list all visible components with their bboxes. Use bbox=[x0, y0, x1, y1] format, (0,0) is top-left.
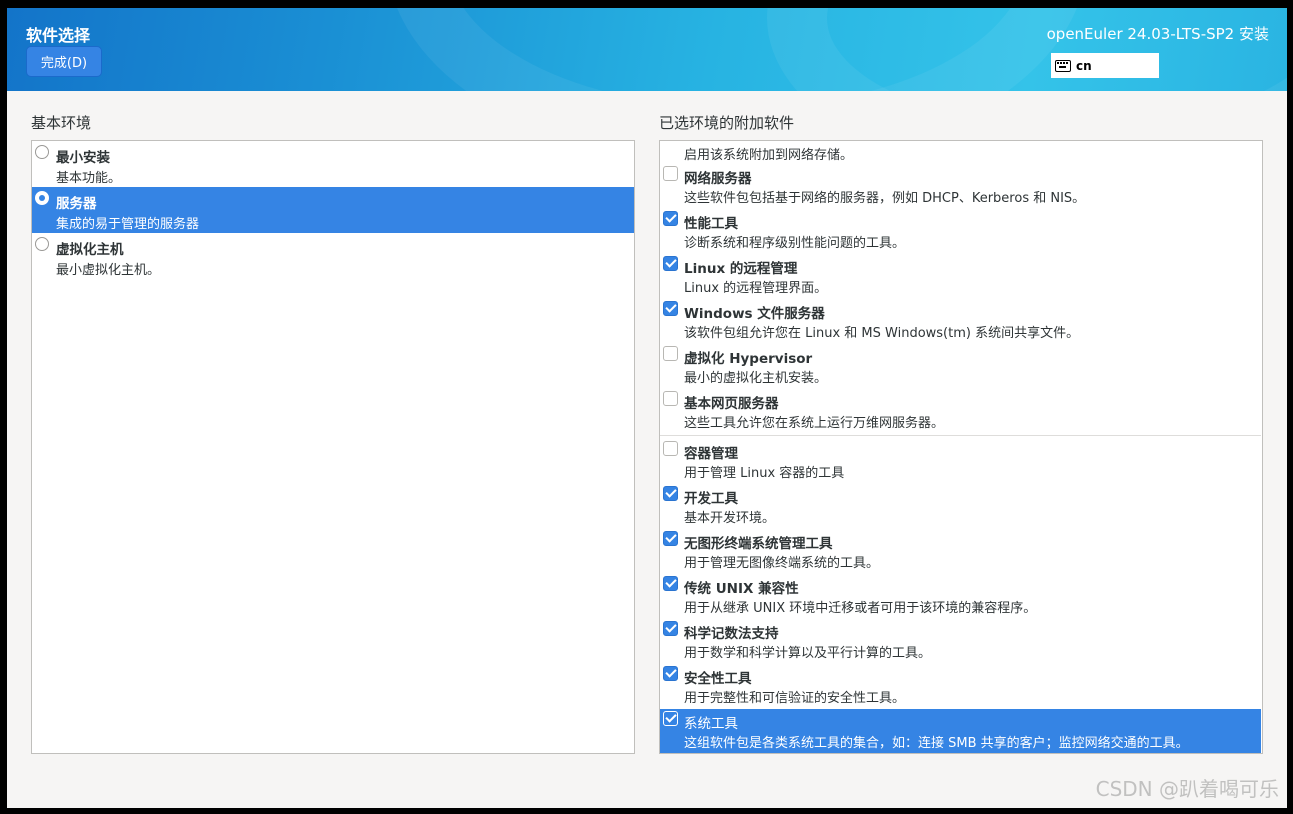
checkbox[interactable] bbox=[663, 346, 678, 361]
addon-name: 网络服务器 bbox=[684, 171, 752, 187]
addon-desc: 诊断系统和程序级别性能问题的工具。 bbox=[684, 236, 906, 251]
keyboard-layout-indicator[interactable]: cn bbox=[1051, 53, 1159, 78]
done-button[interactable]: 完成(D) bbox=[26, 46, 102, 77]
env-item-name: 服务器 bbox=[56, 196, 97, 212]
checkbox[interactable] bbox=[663, 576, 678, 591]
env-item-name: 最小安装 bbox=[56, 150, 110, 166]
checkbox[interactable] bbox=[663, 211, 678, 226]
addons-list: 启用该系统附加到网络存储。 网络服务器 这些软件包包括基于网络的服务器，例如 D… bbox=[659, 140, 1263, 754]
list-divider bbox=[660, 435, 1261, 436]
addon-name: 开发工具 bbox=[684, 491, 738, 507]
addon-name: 虚拟化 Hypervisor bbox=[684, 351, 813, 367]
addon-web-server[interactable]: 基本网页服务器 这些工具允许您在系统上运行万维网服务器。 bbox=[660, 389, 1261, 434]
checkbox[interactable] bbox=[663, 256, 678, 271]
addon-name: 安全性工具 bbox=[684, 671, 752, 687]
base-env-list: 最小安装 基本功能。 服务器 集成的易于管理的服务器 虚拟化主机 最小虚拟化主机… bbox=[31, 140, 635, 754]
base-env-label: 基本环境 bbox=[31, 114, 92, 132]
addon-name: 系统工具 bbox=[684, 716, 738, 732]
env-item-desc: 最小虚拟化主机。 bbox=[56, 263, 161, 278]
addon-virt-hypervisor[interactable]: 虚拟化 Hypervisor 最小的虚拟化主机安装。 bbox=[660, 344, 1261, 389]
addon-remote-management[interactable]: Linux 的远程管理 Linux 的远程管理界面。 bbox=[660, 254, 1261, 299]
addon-desc: 这些工具允许您在系统上运行万维网服务器。 bbox=[684, 416, 945, 431]
addon-network-servers[interactable]: 网络服务器 这些软件包包括基于网络的服务器，例如 DHCP、Kerberos 和… bbox=[660, 164, 1261, 209]
checkbox[interactable] bbox=[663, 666, 678, 681]
checkbox[interactable] bbox=[663, 621, 678, 636]
addon-security-tools[interactable]: 安全性工具 用于完整性和可信验证的安全性工具。 bbox=[660, 664, 1261, 709]
addon-name: 容器管理 bbox=[684, 446, 738, 462]
checkbox[interactable] bbox=[663, 441, 678, 456]
addons-label: 已选环境的附加软件 bbox=[659, 114, 795, 132]
keyboard-icon bbox=[1055, 59, 1071, 72]
addon-desc: 用于管理无图像终端系统的工具。 bbox=[684, 556, 880, 571]
env-item-virt-host[interactable]: 虚拟化主机 最小虚拟化主机。 bbox=[32, 233, 634, 279]
product-title: openEuler 24.03-LTS-SP2 安装 bbox=[1046, 25, 1269, 43]
header-bar: 软件选择 完成(D) openEuler 24.03-LTS-SP2 安装 cn bbox=[7, 8, 1287, 91]
addon-development-tools[interactable]: 开发工具 基本开发环境。 bbox=[660, 484, 1261, 529]
checkbox[interactable] bbox=[663, 391, 678, 406]
env-item-desc: 集成的易于管理的服务器 bbox=[56, 217, 200, 232]
addon-desc: 用于数学和科学计算以及平行计算的工具。 bbox=[684, 646, 932, 661]
addon-desc: 这组软件包是各类系统工具的集合，如：连接 SMB 共享的客户；监控网络交通的工具… bbox=[684, 736, 1189, 751]
addon-name: Windows 文件服务器 bbox=[684, 306, 825, 322]
checkbox[interactable] bbox=[663, 711, 678, 726]
env-item-minimal[interactable]: 最小安装 基本功能。 bbox=[32, 141, 634, 187]
addon-name: 基本网页服务器 bbox=[684, 396, 779, 412]
page-title: 软件选择 bbox=[26, 26, 91, 45]
addon-desc: 用于完整性和可信验证的安全性工具。 bbox=[684, 691, 906, 706]
addon-desc: Linux 的远程管理界面。 bbox=[684, 281, 828, 296]
keyboard-layout-label: cn bbox=[1076, 58, 1092, 73]
addon-legacy-unix[interactable]: 传统 UNIX 兼容性 用于从继承 UNIX 环境中迁移或者可用于该环境的兼容程… bbox=[660, 574, 1261, 619]
env-item-desc: 基本功能。 bbox=[56, 171, 122, 186]
addon-headless-management[interactable]: 无图形终端系统管理工具 用于管理无图像终端系统的工具。 bbox=[660, 529, 1261, 574]
addon-desc: 用于管理 Linux 容器的工具 bbox=[684, 466, 845, 481]
checkbox[interactable] bbox=[663, 301, 678, 316]
addon-desc: 该软件包组允许您在 Linux 和 MS Windows(tm) 系统间共享文件… bbox=[684, 326, 1080, 341]
addon-windows-file-server[interactable]: Windows 文件服务器 该软件包组允许您在 Linux 和 MS Windo… bbox=[660, 299, 1261, 344]
addon-desc: 最小的虚拟化主机安装。 bbox=[684, 371, 828, 386]
radio-button[interactable] bbox=[35, 145, 49, 159]
env-item-server[interactable]: 服务器 集成的易于管理的服务器 bbox=[32, 187, 634, 233]
addon-name: 无图形终端系统管理工具 bbox=[684, 536, 833, 552]
addon-desc: 基本开发环境。 bbox=[684, 511, 776, 526]
addon-container-management[interactable]: 容器管理 用于管理 Linux 容器的工具 bbox=[660, 439, 1261, 484]
addon-name: 性能工具 bbox=[684, 216, 738, 232]
checkbox[interactable] bbox=[663, 166, 678, 181]
radio-button[interactable] bbox=[35, 191, 49, 205]
addon-name: Linux 的远程管理 bbox=[684, 261, 798, 277]
watermark: CSDN @趴着喝可乐 bbox=[1095, 777, 1279, 801]
installer-window: 软件选择 完成(D) openEuler 24.03-LTS-SP2 安装 cn… bbox=[7, 8, 1287, 808]
addon-desc: 这些软件包包括基于网络的服务器，例如 DHCP、Kerberos 和 NIS。 bbox=[684, 191, 1086, 206]
addon-desc: 用于从继承 UNIX 环境中迁移或者可用于该环境的兼容程序。 bbox=[684, 601, 1037, 616]
checkbox[interactable] bbox=[663, 486, 678, 501]
env-item-name: 虚拟化主机 bbox=[56, 242, 124, 258]
addon-system-tools[interactable]: 系统工具 这组软件包是各类系统工具的集合，如：连接 SMB 共享的客户；监控网络… bbox=[660, 709, 1261, 753]
radio-button[interactable] bbox=[35, 237, 49, 251]
partial-addon-desc: 启用该系统附加到网络存储。 bbox=[684, 148, 854, 163]
addon-scientific-support[interactable]: 科学记数法支持 用于数学和科学计算以及平行计算的工具。 bbox=[660, 619, 1261, 664]
addon-name: 传统 UNIX 兼容性 bbox=[684, 581, 799, 597]
addon-performance-tools[interactable]: 性能工具 诊断系统和程序级别性能问题的工具。 bbox=[660, 209, 1261, 254]
addon-name: 科学记数法支持 bbox=[684, 626, 779, 642]
checkbox[interactable] bbox=[663, 531, 678, 546]
